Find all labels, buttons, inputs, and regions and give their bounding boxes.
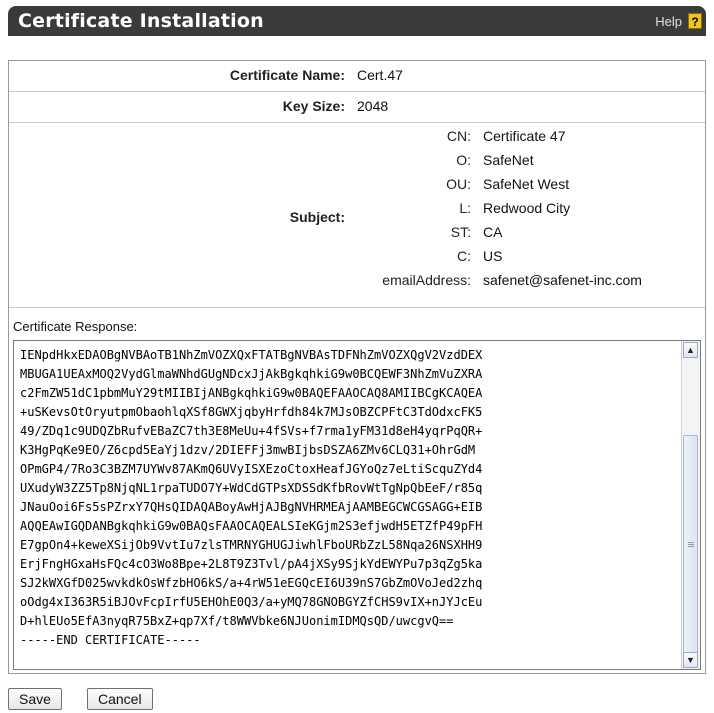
scroll-down-icon[interactable]: ▼ bbox=[683, 652, 698, 668]
subject-value: US bbox=[483, 248, 503, 264]
certificate-response-textarea[interactable]: IENpdHkxEDAOBgNVBAoTB1NhZmVOZXQxFTATBgNV… bbox=[13, 340, 701, 670]
subject-key: OU: bbox=[446, 176, 471, 192]
subject-key: L: bbox=[459, 200, 471, 216]
certificate-response-label: Certificate Response: bbox=[13, 319, 138, 334]
help-label[interactable]: Help bbox=[655, 14, 682, 29]
subject-section: Subject: CN: Certificate 47 O: SafeNet O… bbox=[9, 123, 705, 308]
subject-ou: OU: SafeNet West bbox=[9, 176, 705, 200]
subject-l: L: Redwood City bbox=[9, 200, 705, 224]
cancel-button[interactable]: Cancel bbox=[87, 688, 153, 710]
subject-key: C: bbox=[457, 248, 471, 264]
subject-key: CN: bbox=[446, 128, 471, 144]
subject-key: emailAddress: bbox=[382, 272, 471, 288]
key-size-label: Key Size: bbox=[282, 98, 345, 114]
subject-value: Redwood City bbox=[483, 200, 571, 216]
subject-c: C: US bbox=[9, 248, 705, 272]
subject-st: ST: CA bbox=[9, 224, 705, 248]
subject-value: SafeNet West bbox=[483, 176, 570, 192]
grip-icon bbox=[688, 542, 694, 543]
page-title: Certificate Installation bbox=[18, 10, 264, 32]
cert-name-value: Cert.47 bbox=[357, 67, 403, 83]
scrollbar-thumb[interactable] bbox=[683, 435, 698, 655]
help-link[interactable]: Help ? bbox=[655, 13, 702, 29]
subject-cn: CN: Certificate 47 bbox=[9, 128, 705, 152]
subject-value: SafeNet bbox=[483, 152, 534, 168]
title-bar: Certificate Installation Help ? bbox=[8, 6, 706, 36]
key-size-value: 2048 bbox=[357, 98, 389, 114]
scroll-up-icon[interactable]: ▲ bbox=[683, 342, 698, 358]
subject-value: CA bbox=[483, 224, 503, 240]
save-button[interactable]: Save bbox=[8, 688, 62, 710]
cert-name-row: Certificate Name: Cert.47 bbox=[9, 61, 705, 92]
certificate-response-text[interactable]: IENpdHkxEDAOBgNVBAoTB1NhZmVOZXQxFTATBgNV… bbox=[20, 346, 680, 650]
subject-o: O: SafeNet bbox=[9, 152, 705, 176]
key-size-row: Key Size: 2048 bbox=[9, 92, 705, 123]
subject-key: O: bbox=[456, 152, 471, 168]
help-icon[interactable]: ? bbox=[688, 13, 702, 29]
certificate-panel: Certificate Name: Cert.47 Key Size: 2048… bbox=[8, 60, 706, 674]
subject-key: ST: bbox=[450, 224, 471, 240]
subject-email: emailAddress: safenet@safenet-inc.com bbox=[9, 272, 705, 296]
subject-value: Certificate 47 bbox=[483, 128, 566, 144]
subject-value: safenet@safenet-inc.com bbox=[483, 272, 642, 288]
cert-name-label: Certificate Name: bbox=[229, 67, 345, 83]
vertical-scrollbar[interactable]: ▲ ▼ bbox=[681, 341, 700, 669]
